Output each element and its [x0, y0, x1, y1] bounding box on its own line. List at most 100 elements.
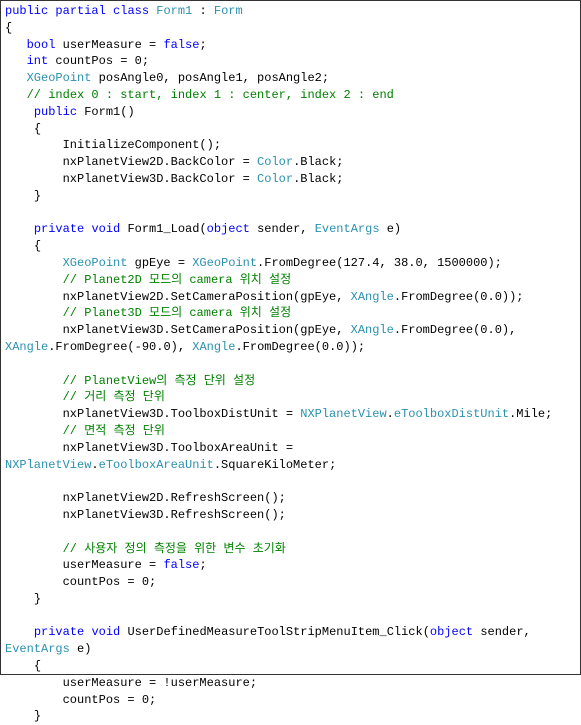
code-token: .FromDegree(0.0)); [394, 290, 524, 304]
code-token [5, 273, 63, 287]
code-line: countPos = 0; [5, 692, 576, 709]
code-line: bool userMeasure = false; [5, 37, 576, 54]
code-token: // index 0 : start, index 1 : center, in… [27, 88, 394, 102]
code-token: NXPlanetView [300, 407, 386, 421]
code-token: bool [27, 38, 56, 52]
code-line: XGeoPoint posAngle0, posAngle1, posAngle… [5, 70, 576, 87]
code-token [5, 390, 63, 404]
code-token [5, 625, 34, 639]
code-token: .FromDegree(0.0)); [235, 340, 365, 354]
code-token: EventArgs [5, 642, 70, 656]
code-line: nxPlanetView2D.BackColor = Color.Black; [5, 154, 576, 171]
code-line: // Planet3D 모드의 camera 위치 설정 [5, 305, 576, 322]
code-token: nxPlanetView2D.RefreshScreen(); [5, 491, 286, 505]
code-token: false [163, 38, 199, 52]
code-token: Color [257, 172, 293, 186]
code-token: XAngle [351, 290, 394, 304]
code-token: userMeasure = !userMeasure; [5, 676, 257, 690]
code-token: Form1 [156, 4, 192, 18]
code-token: // Planet2D 모드의 camera 위치 설정 [63, 273, 292, 287]
code-token [5, 105, 34, 119]
code-token: ; [199, 38, 206, 52]
code-token: . [91, 458, 98, 472]
code-line: // Planet2D 모드의 camera 위치 설정 [5, 272, 576, 289]
code-line [5, 473, 576, 490]
code-token: { [5, 122, 41, 136]
code-line: nxPlanetView2D.RefreshScreen(); [5, 490, 576, 507]
code-token [106, 4, 113, 18]
code-line: userMeasure = false; [5, 557, 576, 574]
code-token: private [34, 625, 84, 639]
code-line: countPos = 0; [5, 574, 576, 591]
code-token [5, 424, 63, 438]
code-token: countPos = 0; [5, 693, 156, 707]
code-token: .FromDegree(127.4, 38.0, 1500000); [257, 256, 502, 270]
code-token: Form1() [77, 105, 135, 119]
code-token: .Black; [293, 155, 343, 169]
code-token: XAngle [351, 323, 394, 337]
code-token: partial [55, 4, 105, 18]
code-line: // 면적 측정 단위 [5, 423, 576, 440]
code-line: } [5, 591, 576, 608]
code-token: .SquareKiloMeter; [214, 458, 336, 472]
code-line: public partial class Form1 : Form [5, 3, 576, 20]
code-token: nxPlanetView3D.ToolboxDistUnit = [5, 407, 300, 421]
code-token: eToolboxAreaUnit [99, 458, 214, 472]
code-token [5, 306, 63, 320]
code-token: .Black; [293, 172, 343, 186]
code-token: void [91, 625, 120, 639]
code-token: .FromDegree(-90.0), [48, 340, 192, 354]
code-line: XGeoPoint gpEye = XGeoPoint.FromDegree(1… [5, 255, 576, 272]
code-token: posAngle0, posAngle1, posAngle2; [91, 71, 329, 85]
code-token: userMeasure = [5, 558, 163, 572]
code-line [5, 356, 576, 373]
code-token [5, 71, 27, 85]
code-line: nxPlanetView3D.SetCameraPosition(gpEye, … [5, 322, 576, 356]
code-token: // Planet3D 모드의 camera 위치 설정 [63, 306, 292, 320]
code-token: public [5, 4, 48, 18]
code-token: XGeoPoint [27, 71, 92, 85]
code-line: // 거리 측정 단위 [5, 389, 576, 406]
code-token: e) [70, 642, 92, 656]
code-token: int [27, 54, 49, 68]
code-token: nxPlanetView3D.SetCameraPosition(gpEye, [5, 323, 351, 337]
code-token: // PlanetView의 측정 단위 설정 [63, 374, 256, 388]
code-line: nxPlanetView3D.BackColor = Color.Black; [5, 171, 576, 188]
code-line: private void Form1_Load(object sender, E… [5, 221, 576, 238]
code-token: false [163, 558, 199, 572]
code-token: Form1_Load( [120, 222, 206, 236]
code-token: NXPlanetView [5, 458, 91, 472]
code-token: { [5, 239, 41, 253]
code-token: XGeoPoint [192, 256, 257, 270]
code-token: sender, [250, 222, 315, 236]
code-line [5, 524, 576, 541]
code-token: countPos = 0; [5, 575, 156, 589]
code-line [5, 608, 576, 625]
code-line: nxPlanetView3D.ToolboxDistUnit = NXPlane… [5, 406, 576, 423]
code-token: countPos = 0; [48, 54, 149, 68]
code-line: // PlanetView의 측정 단위 설정 [5, 373, 576, 390]
code-token: object [430, 625, 473, 639]
code-token: . [387, 407, 394, 421]
code-token: .FromDegree(0.0), [394, 323, 524, 337]
code-token: { [5, 659, 41, 673]
code-token: gpEye = [127, 256, 192, 270]
code-token: eToolboxDistUnit [394, 407, 509, 421]
code-line: { [5, 658, 576, 675]
code-token: sender, [473, 625, 538, 639]
code-line: userMeasure = !userMeasure; [5, 675, 576, 692]
code-line: // 사용자 정의 측정을 위한 변수 초기화 [5, 541, 576, 558]
code-line: { [5, 238, 576, 255]
code-token: e) [380, 222, 402, 236]
code-token [5, 374, 63, 388]
code-line: InitializeComponent(); [5, 137, 576, 154]
code-token: : [192, 4, 214, 18]
code-token [5, 54, 27, 68]
code-token: public [34, 105, 77, 119]
code-token: // 면적 측정 단위 [63, 424, 165, 438]
code-token: nxPlanetView2D.BackColor = [5, 155, 257, 169]
code-token: ; [199, 558, 206, 572]
code-token: nxPlanetView3D.ToolboxAreaUnit = [5, 441, 300, 455]
code-line: } [5, 188, 576, 205]
code-line: int countPos = 0; [5, 53, 576, 70]
